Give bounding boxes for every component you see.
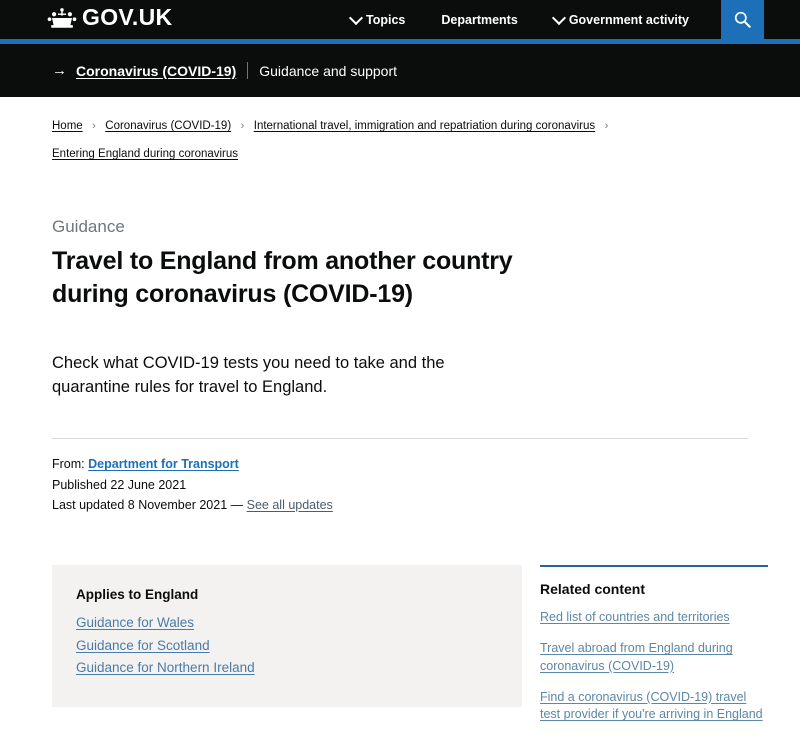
- page-summary: Check what COVID-19 tests you need to ta…: [52, 354, 445, 397]
- related-content-section: Related content Red list of countries an…: [540, 565, 768, 724]
- metadata-published-label: Published: [52, 477, 107, 492]
- applies-to-title: Applies to England: [76, 587, 199, 603]
- metadata-updated-row: Last updated 8 November 2021 — See all u…: [52, 495, 748, 515]
- nav-item-government-activity-label: Government activity: [568, 12, 689, 27]
- coronavirus-banner: → Coronavirus (COVID-19) Guidance and su…: [0, 44, 800, 97]
- publication-metadata: From: Department for Transport Published…: [52, 454, 748, 515]
- nav-item-topics[interactable]: Topics: [333, 10, 423, 27]
- govuk-logo-text: GOV.UK: [82, 4, 173, 30]
- nav-item-departments[interactable]: Departments: [423, 13, 535, 27]
- govuk-logo-link[interactable]: GOV.UK: [47, 6, 172, 29]
- related-link-test-provider[interactable]: Find a coronavirus (COVID-19) travel tes…: [540, 689, 768, 725]
- content-columns: Applies to England Guidance for Wales Gu…: [52, 565, 768, 737]
- metadata-published-date: 22 June 2021: [110, 477, 187, 492]
- crown-icon: [47, 7, 77, 28]
- metadata-updated-date: 8 November 2021: [127, 497, 228, 512]
- breadcrumb-item-home[interactable]: Home: [52, 120, 83, 132]
- nav-item-topics-label: Topics: [366, 12, 406, 27]
- applies-link-wales[interactable]: Guidance for Wales: [76, 612, 194, 634]
- banner-divider: [247, 62, 249, 79]
- breadcrumb-item-international-travel[interactable]: International travel, immigration and re…: [254, 120, 595, 132]
- see-all-updates-link[interactable]: See all updates: [247, 498, 333, 512]
- breadcrumb-separator: ›: [604, 120, 609, 132]
- search-button[interactable]: [721, 0, 764, 39]
- breadcrumb: Home › Coronavirus (COVID-19) › Internat…: [0, 97, 800, 167]
- related-link-travel-abroad[interactable]: Travel abroad from England during corona…: [540, 640, 768, 676]
- header-navigation: Topics Departments Government activity: [333, 0, 764, 39]
- page-title: Travel to England from another country d…: [52, 247, 513, 308]
- global-header: GOV.UK Topics Departments Government act…: [0, 0, 800, 44]
- document-type-label: Guidance: [52, 217, 125, 236]
- chevron-down-icon: [551, 10, 566, 25]
- arrow-right-icon: →: [52, 62, 67, 79]
- metadata-published-row: Published 22 June 2021: [52, 475, 748, 495]
- metadata-updates-separator: —: [230, 497, 244, 512]
- breadcrumb-separator: ›: [240, 120, 245, 132]
- breadcrumb-item-entering-england[interactable]: Entering England during coronavirus: [52, 148, 238, 160]
- breadcrumb-separator: ›: [92, 120, 96, 132]
- search-icon: [734, 11, 751, 28]
- content-divider: [52, 438, 748, 440]
- applies-link-northern-ireland[interactable]: Guidance for Northern Ireland: [76, 657, 255, 679]
- applies-to-box: Applies to England Guidance for Wales Gu…: [52, 565, 522, 708]
- coronavirus-banner-subtitle: Guidance and support: [259, 62, 398, 79]
- main-column: Applies to England Guidance for Wales Gu…: [52, 565, 522, 708]
- chevron-down-icon: [348, 10, 364, 25]
- metadata-from-row: From: Department for Transport: [52, 454, 748, 474]
- metadata-from-label: From:: [52, 457, 85, 472]
- metadata-updated-label: Last updated: [52, 497, 125, 512]
- related-link-red-list[interactable]: Red list of countries and territories: [540, 609, 768, 627]
- metadata-from-organisation-link[interactable]: Department for Transport: [88, 457, 239, 471]
- nav-item-departments-label: Departments: [441, 12, 518, 27]
- sidebar-column: Related content Red list of countries an…: [540, 565, 768, 737]
- nav-item-government-activity[interactable]: Government activity: [536, 10, 707, 27]
- page-content: Guidance Travel to England from another …: [0, 217, 800, 737]
- breadcrumb-item-coronavirus[interactable]: Coronavirus (COVID-19): [105, 120, 231, 132]
- coronavirus-banner-link[interactable]: Coronavirus (COVID-19): [76, 63, 236, 79]
- applies-link-scotland[interactable]: Guidance for Scotland: [76, 635, 210, 657]
- related-content-title: Related content: [540, 581, 646, 598]
